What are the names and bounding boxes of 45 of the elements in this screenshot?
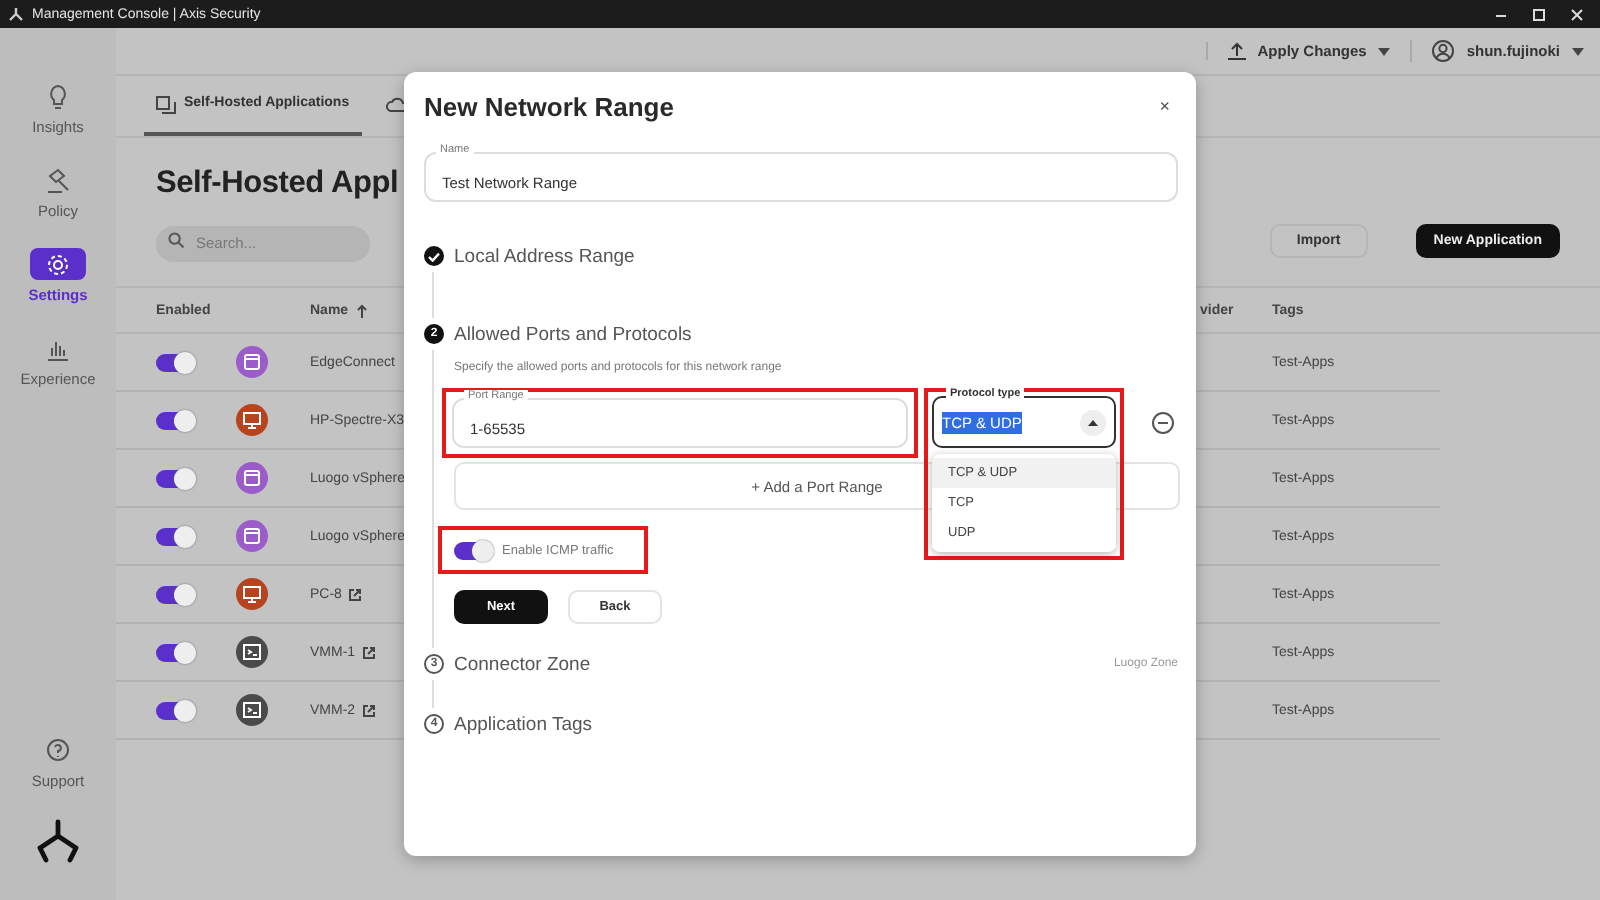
toggle-switch[interactable] <box>156 527 192 545</box>
step-title: Connector Zone <box>454 653 591 675</box>
caret-icon <box>1572 47 1584 55</box>
step-title: Allowed Ports and Protocols <box>454 323 692 345</box>
step-title: Application Tags <box>454 713 593 735</box>
toggle-switch[interactable] <box>156 411 192 429</box>
caret-button[interactable] <box>1080 409 1106 435</box>
gavel-icon <box>46 167 70 193</box>
external-link-icon[interactable] <box>361 703 376 717</box>
caret-icon <box>1378 47 1391 55</box>
external-link-icon[interactable] <box>347 587 362 601</box>
settings-icon <box>46 251 70 277</box>
user-icon <box>1432 40 1455 62</box>
close-button[interactable]: × <box>1151 96 1178 116</box>
window-icon <box>242 526 262 546</box>
sort-arrow-icon <box>356 303 369 317</box>
terminal-icon <box>242 642 262 662</box>
window-icon <box>242 352 262 372</box>
dialog-title: New Network Range <box>424 91 674 121</box>
app-logo-icon <box>8 6 24 22</box>
toggle-switch[interactable] <box>156 643 192 661</box>
cloud-icon <box>385 96 406 112</box>
search-icon <box>168 232 184 248</box>
terminal-icon <box>242 700 262 720</box>
caret-icon <box>1088 419 1098 425</box>
toggle-switch[interactable] <box>454 541 490 559</box>
toggle-switch[interactable] <box>156 353 192 371</box>
window-icon <box>242 468 262 488</box>
help-icon <box>46 738 70 762</box>
brand-logo-icon <box>34 818 82 866</box>
check-icon <box>428 251 440 261</box>
external-link-icon[interactable] <box>361 645 376 659</box>
monitor-icon <box>242 410 262 430</box>
monitor-icon <box>242 584 262 604</box>
page-title: Self-Hosted Appl <box>156 166 399 202</box>
maximize-icon[interactable] <box>1532 7 1546 21</box>
step-title: Local Address Range <box>454 245 635 267</box>
close-icon[interactable] <box>1570 7 1584 21</box>
toggle-switch[interactable] <box>156 469 192 487</box>
remove-icon[interactable] <box>1152 412 1174 434</box>
toggle-switch[interactable] <box>156 585 192 603</box>
windows-icon <box>156 96 176 114</box>
toggle-switch[interactable] <box>156 701 192 719</box>
lightbulb-icon <box>46 83 70 109</box>
upload-icon <box>1227 42 1246 60</box>
